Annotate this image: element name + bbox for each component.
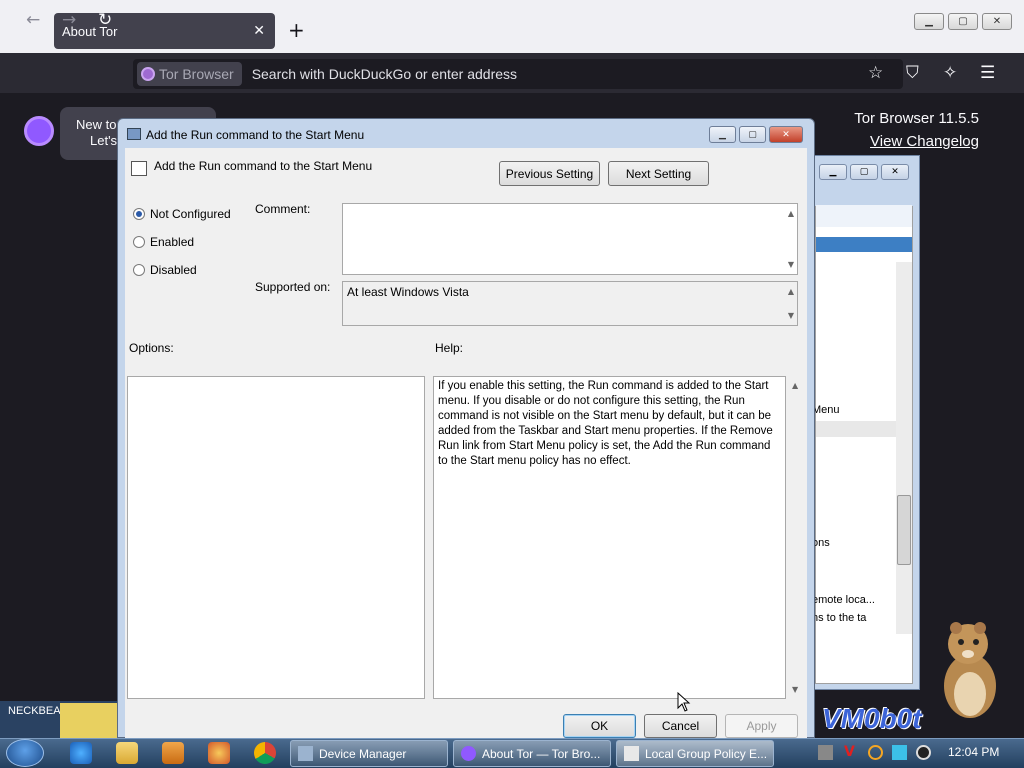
minimize-icon[interactable]: ▁ xyxy=(914,13,944,30)
reload-icon[interactable]: ↻ xyxy=(98,10,112,30)
new-identity-icon[interactable]: ✧ xyxy=(943,63,957,83)
hamster-mascot-icon xyxy=(944,622,996,718)
radio-label: Enabled xyxy=(150,235,195,249)
radio-button[interactable] xyxy=(133,236,145,248)
task-label: Local Group Policy E... xyxy=(645,746,768,761)
supported-on-field: At least Windows Vista ▲ ▼ xyxy=(342,281,798,326)
tray-volume-icon[interactable] xyxy=(916,745,931,760)
bg-maximize-icon[interactable]: ▢ xyxy=(850,164,878,180)
tor-logo-icon xyxy=(24,116,54,146)
setting-name: Add the Run command to the Start Menu xyxy=(154,159,373,173)
new-tab-icon[interactable]: + xyxy=(288,20,305,40)
bg-selected-row xyxy=(816,421,896,437)
bookmark-star-icon[interactable]: ☆ xyxy=(868,63,883,83)
tor-onion-icon xyxy=(141,67,155,81)
taskbar-tor-browser[interactable]: About Tor — Tor Bro... xyxy=(453,740,611,767)
comment-scrollbar[interactable]: ▲ ▼ xyxy=(781,204,797,274)
dialog-window-controls: ▁ ▢ ✕ xyxy=(709,126,803,143)
radio-not-configured[interactable]: Not Configured xyxy=(133,207,231,221)
task-label: About Tor — Tor Bro... xyxy=(482,746,601,761)
options-label: Options: xyxy=(129,341,174,355)
tray-display-icon[interactable] xyxy=(892,745,907,760)
mouse-cursor-icon xyxy=(677,692,691,712)
tor-chip-label: Tor Browser xyxy=(159,66,234,82)
tray-network-icon[interactable] xyxy=(818,745,833,760)
setting-icon xyxy=(131,161,147,176)
explorer-folder-icon[interactable] xyxy=(116,742,138,764)
tor-identity-chip[interactable]: Tor Browser xyxy=(137,62,242,86)
tab-close-icon[interactable]: ✕ xyxy=(253,22,265,39)
supported-on-value: At least Windows Vista xyxy=(347,285,469,299)
supported-scrollbar[interactable]: ▲ ▼ xyxy=(781,282,797,325)
dialog-minimize-icon[interactable]: ▁ xyxy=(709,126,736,143)
next-setting-button[interactable]: Next Setting xyxy=(608,161,709,186)
url-placeholder[interactable]: Search with DuckDuckGo or enter address xyxy=(252,66,517,82)
radio-disabled[interactable]: Disabled xyxy=(133,263,197,277)
radio-button[interactable] xyxy=(133,264,145,276)
forward-icon[interactable]: → xyxy=(62,10,76,30)
scroll-up-icon[interactable]: ▲ xyxy=(792,381,798,390)
tray-search-icon[interactable] xyxy=(868,745,883,760)
radio-label: Disabled xyxy=(150,263,197,277)
device-manager-icon xyxy=(298,746,313,761)
shield-icon[interactable]: ⛉ xyxy=(906,63,919,83)
bg-close-icon[interactable]: ✕ xyxy=(881,164,909,180)
bg-list-item[interactable]: ns to the ta xyxy=(812,612,866,624)
bg-list-item[interactable]: Menu xyxy=(812,404,840,416)
help-label: Help: xyxy=(435,341,464,355)
maximize-icon[interactable]: ▢ xyxy=(948,13,978,30)
media-player-icon[interactable] xyxy=(162,742,184,764)
taskbar-clock[interactable]: 12:04 PM xyxy=(948,745,999,759)
browser-window-controls: ▁ ▢ ✕ xyxy=(914,13,1012,30)
app-icon[interactable] xyxy=(208,742,230,764)
back-icon[interactable]: ← xyxy=(26,10,40,30)
tor-version: Tor Browser 11.5.5 xyxy=(854,110,979,127)
ok-button[interactable]: OK xyxy=(563,714,636,738)
start-button-icon[interactable] xyxy=(6,739,44,767)
comment-label: Comment: xyxy=(255,202,311,216)
url-bar[interactable]: Tor Browser Search with DuckDuckGo or en… xyxy=(133,59,903,89)
bg-list-item[interactable]: emote loca... xyxy=(812,594,875,606)
dialog-maximize-icon[interactable]: ▢ xyxy=(739,126,766,143)
close-icon[interactable]: ✕ xyxy=(982,13,1012,30)
chrome-icon[interactable] xyxy=(254,742,276,764)
help-text: If you enable this setting, the Run comm… xyxy=(438,380,773,467)
comment-field[interactable]: ▲ ▼ xyxy=(342,203,798,275)
previous-setting-button[interactable]: Previous Setting xyxy=(499,161,600,186)
bg-scrollbar[interactable] xyxy=(896,262,912,634)
supported-on-label: Supported on: xyxy=(255,280,331,294)
bg-header-bar xyxy=(816,237,912,252)
taskbar-group-policy[interactable]: Local Group Policy E... xyxy=(616,740,774,767)
radio-label: Not Configured xyxy=(150,207,231,221)
scroll-down-icon[interactable]: ▼ xyxy=(792,685,798,694)
tor-browser-icon xyxy=(461,746,476,761)
taskbar-device-manager[interactable]: Device Manager xyxy=(290,740,448,767)
tab-about-tor[interactable]: About Tor ✕ xyxy=(54,13,275,49)
tray-v-icon[interactable]: V xyxy=(844,745,859,760)
bg-minimize-icon[interactable]: ▁ xyxy=(819,164,847,180)
menu-icon[interactable]: ☰ xyxy=(980,63,995,83)
ie-icon[interactable] xyxy=(70,742,92,764)
dialog-close-icon[interactable]: ✕ xyxy=(769,126,803,143)
apply-button[interactable]: Apply xyxy=(725,714,798,738)
bg-scroll-thumb[interactable] xyxy=(897,495,911,565)
vmobot-watermark: VM0b0t xyxy=(822,703,922,734)
options-pane xyxy=(127,376,425,699)
radio-button[interactable] xyxy=(133,208,145,220)
group-policy-icon xyxy=(624,746,639,761)
radio-enabled[interactable]: Enabled xyxy=(133,235,194,249)
bg-toolbar xyxy=(816,205,912,227)
desktop-map-image xyxy=(60,703,117,738)
help-scrollbar[interactable]: ▲ ▼ xyxy=(788,376,804,699)
cancel-button[interactable]: Cancel xyxy=(644,714,717,738)
dialog-title: Add the Run command to the Start Menu xyxy=(146,128,365,142)
policy-icon xyxy=(127,128,141,140)
view-changelog-link[interactable]: View Changelog xyxy=(870,133,979,150)
task-label: Device Manager xyxy=(319,746,407,761)
